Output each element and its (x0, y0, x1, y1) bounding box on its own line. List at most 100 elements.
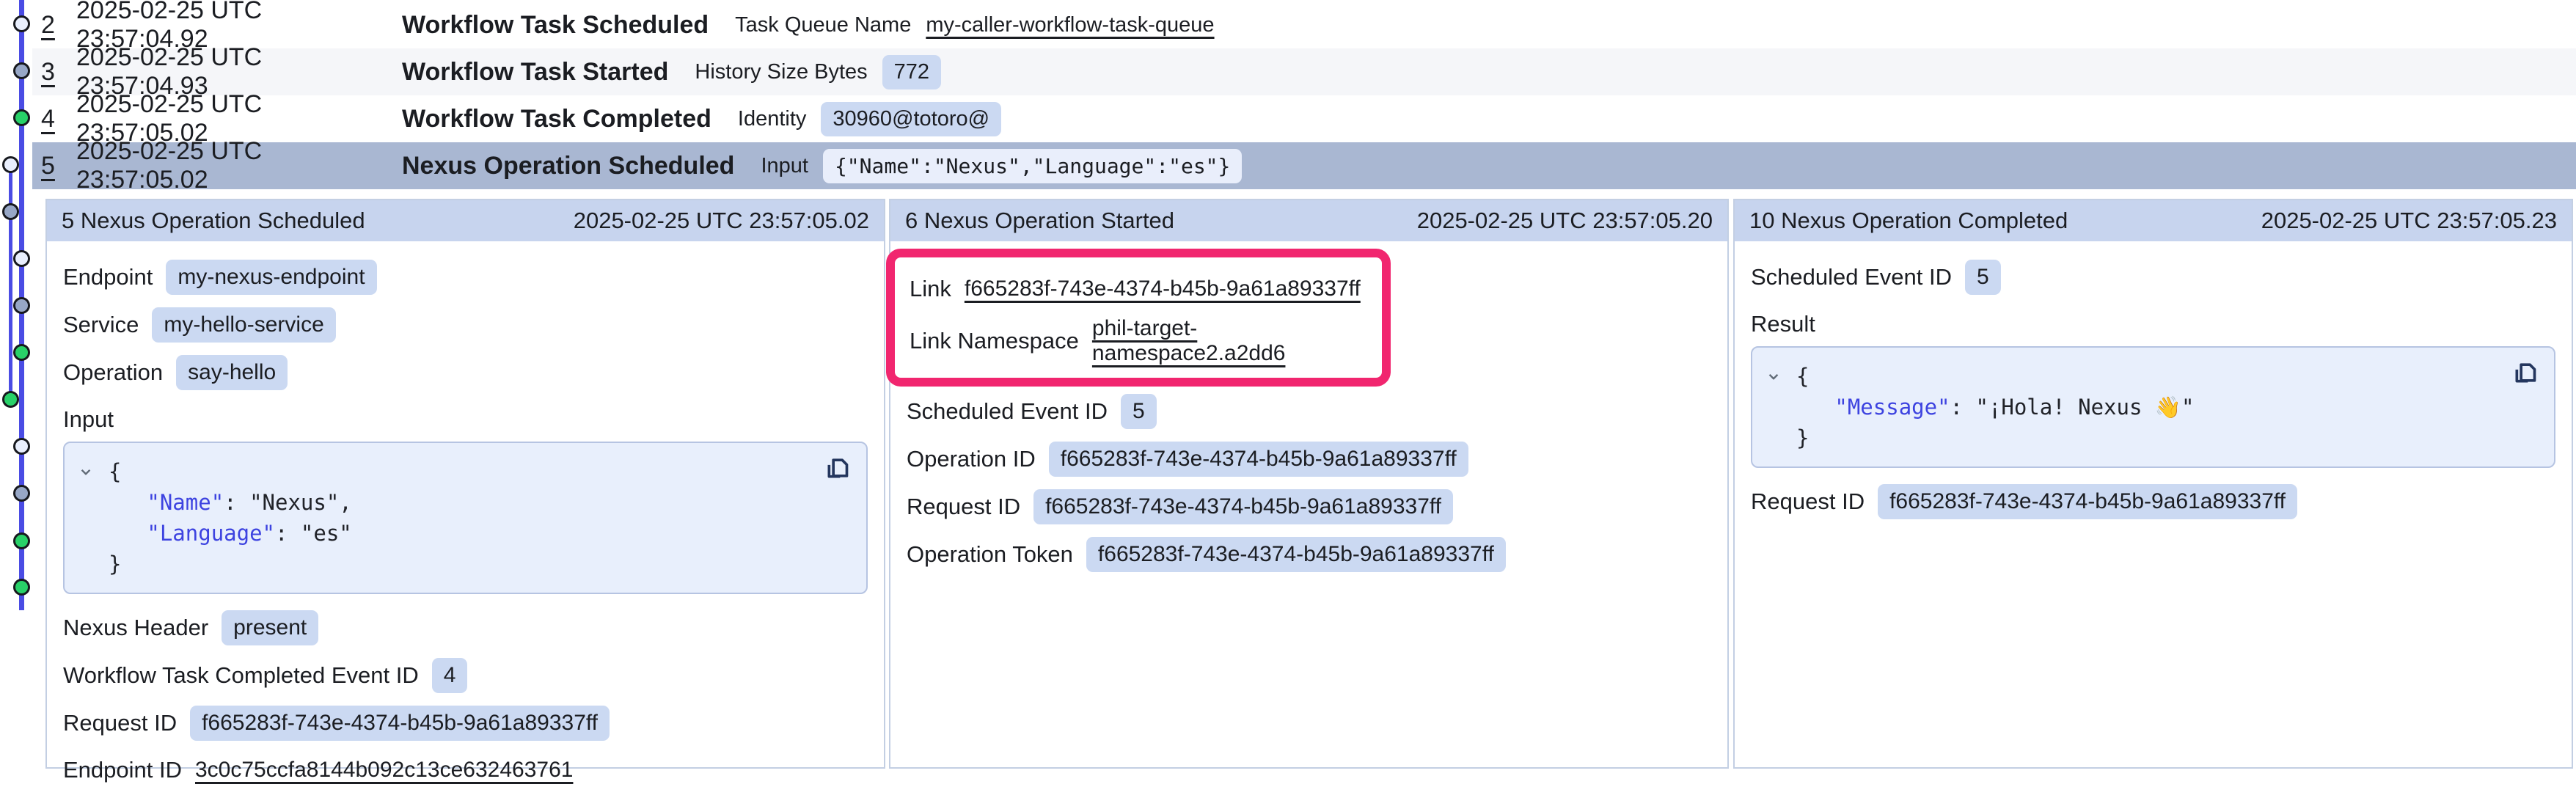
field-request-id: Request ID f665283f-743e-4374-b45b-9a61a8… (1751, 484, 2555, 519)
field-operation: Operationsay-hello (63, 355, 868, 390)
timeline-dot-pending[interactable] (13, 438, 30, 455)
field-scheduled-event-id: Scheduled Event ID5 (907, 394, 1711, 429)
code-viewer: { "Message": "¡Hola! Nexus 👋"} (1751, 346, 2555, 468)
field-value-badge: f665283f-743e-4374-b45b-9a61a89337ff (190, 706, 610, 741)
field-label: Input (63, 406, 114, 433)
collapse-json-button[interactable] (76, 462, 95, 481)
panel-header: 5 Nexus Operation Scheduled 2025-02-25 UT… (47, 200, 884, 241)
panel-timestamp: 2025-02-25 UTC 23:57:05.23 (2261, 208, 2557, 234)
field-label: Workflow Task Completed Event ID (63, 662, 419, 689)
field-label: Operation ID (907, 446, 1036, 472)
field-value-link[interactable]: f665283f-743e-4374-b45b-9a61a89337ff (965, 277, 1361, 301)
timeline-dot-started[interactable] (2, 203, 19, 220)
json-line: } (1796, 422, 2503, 453)
timeline-dot-started[interactable] (13, 62, 30, 79)
panel-body: Scheduled Event ID5 Result { "Message": "¡… (1735, 241, 2572, 519)
field-value-badge: 5 (1965, 260, 2001, 295)
copy-button[interactable] (822, 453, 853, 484)
event-name: Nexus Operation Scheduled (402, 152, 734, 180)
field-label: Endpoint ID (63, 757, 182, 783)
field-operation-token: Operation Tokenf665283f-743e-4374-b45b-9… (907, 537, 1711, 572)
timeline-dot-completed[interactable] (13, 532, 30, 549)
field-endpoint-id: Endpoint ID 3c0c75ccfa8144b092c13ce632463… (63, 753, 868, 787)
event-detail-label: Task Queue Name (735, 13, 911, 37)
timeline-dot-pending[interactable] (13, 15, 30, 32)
copy-icon (823, 453, 852, 483)
event-id-link[interactable]: 2 (41, 11, 76, 40)
panel-timestamp: 2025-02-25 UTC 23:57:05.20 (1417, 208, 1713, 234)
event-detail-value[interactable]: my-caller-workflow-task-queue (926, 13, 1214, 37)
json-line: { (109, 456, 815, 487)
field-label: Request ID (1751, 488, 1865, 515)
timeline-dot-completed[interactable] (13, 109, 30, 126)
event-id-link[interactable]: 3 (41, 58, 76, 87)
copy-button[interactable] (2510, 358, 2541, 389)
field-label: Request ID (63, 710, 177, 736)
field-request-id: Request ID f665283f-743e-4374-b45b-9a61a8… (907, 489, 1711, 524)
timeline-dot-pending[interactable] (13, 250, 30, 267)
field-value-badge: present (222, 610, 318, 645)
field-label: Operation Token (907, 541, 1073, 568)
field-operation-id: Operation ID f665283f-743e-4374-b45b-9a61… (907, 442, 1711, 477)
field-label: Operation (63, 359, 163, 386)
event-row-4[interactable]: 42025-02-25 UTC 23:57:05.02Workflow Task… (32, 95, 2576, 142)
field-label: Link Namespace (910, 328, 1079, 354)
json-content: { "Name": "Nexus", "Language": "es"} (109, 456, 815, 579)
panel-title: 5 Nexus Operation Scheduled (62, 208, 365, 234)
field-link-namespace: Link Namespace phil-target-namespace2.a2d… (910, 316, 1375, 366)
event-id-link[interactable]: 4 (41, 105, 76, 133)
field-label-input: Input (63, 406, 868, 433)
event-detail-value: 772 (882, 55, 941, 89)
field-value-link[interactable]: phil-target-namespace2.a2dd6 (1092, 316, 1375, 366)
timeline-dot-started[interactable] (13, 485, 30, 502)
timeline-dot-completed[interactable] (2, 391, 19, 408)
panel-body: Endpointmy-nexus-endpoint Service my-hello… (47, 241, 884, 787)
panel-header: 10 Nexus Operation Completed 2025-02-25 U… (1735, 200, 2572, 241)
field-endpoint: Endpointmy-nexus-endpoint (63, 260, 868, 295)
chevron-down-icon (76, 462, 95, 481)
event-detail-panel-3: 10 Nexus Operation Completed 2025-02-25 U… (1733, 199, 2573, 769)
json-line: } (109, 549, 815, 579)
field-value-badge: f665283f-743e-4374-b45b-9a61a89337ff (1878, 484, 2297, 519)
event-detail-value: {"Name":"Nexus","Language":"es"} (823, 149, 1242, 183)
timeline-dot-started[interactable] (13, 297, 30, 314)
timeline-dot-completed[interactable] (13, 344, 30, 361)
json-line: "Language": "es" (109, 518, 815, 549)
event-row-3[interactable]: 32025-02-25 UTC 23:57:04.93Workflow Task… (32, 48, 2576, 95)
json-key: "Message" (1834, 395, 1950, 420)
event-row-5[interactable]: 52025-02-25 UTC 23:57:05.02Nexus Operati… (32, 142, 2576, 189)
timeline-dot-completed[interactable] (13, 579, 30, 596)
field-label: Request ID (907, 494, 1020, 520)
event-detail-label: History Size Bytes (695, 60, 867, 84)
json-content: { "Message": "¡Hola! Nexus 👋"} (1796, 361, 2503, 453)
field-request-id: Request ID f665283f-743e-4374-b45b-9a61a8… (63, 706, 868, 741)
field-value-badge: f665283f-743e-4374-b45b-9a61a89337ff (1049, 442, 1468, 477)
field-value-badge: f665283f-743e-4374-b45b-9a61a89337ff (1033, 489, 1453, 524)
json-key: "Name" (147, 490, 224, 515)
field-value-badge: my-hello-service (152, 307, 335, 343)
event-detail-label: Input (761, 154, 808, 178)
panel-timestamp: 2025-02-25 UTC 23:57:05.02 (574, 208, 869, 234)
field-service: Service my-hello-service (63, 307, 868, 343)
field-label: Scheduled Event ID (907, 398, 1108, 425)
field-label: Nexus Header (63, 615, 208, 641)
panel-title: 6 Nexus Operation Started (905, 208, 1174, 234)
field-nexus-header: Nexus Header present (63, 610, 868, 645)
field-value-link[interactable]: 3c0c75ccfa8144b092c13ce632463761 (195, 758, 573, 783)
event-name: Workflow Task Started (402, 58, 668, 87)
highlight-annotation: Linkf665283f-743e-4374-b45b-9a61a89337ff… (886, 249, 1391, 387)
event-row-2[interactable]: 22025-02-25 UTC 23:57:04.92Workflow Task… (32, 1, 2576, 48)
collapse-json-button[interactable] (1764, 367, 1783, 386)
timeline-dot-pending[interactable] (2, 156, 19, 173)
field-value-badge: 4 (432, 658, 468, 693)
event-id-link[interactable]: 5 (41, 152, 76, 180)
field-label: Service (63, 312, 139, 338)
chevron-down-icon (1764, 367, 1783, 386)
field-label-result: Result (1751, 311, 2555, 337)
field-label: Result (1751, 311, 1815, 337)
field-scheduled-event-id: Scheduled Event ID5 (1751, 260, 2555, 295)
panel-title: 10 Nexus Operation Completed (1749, 208, 2068, 234)
field-label: Endpoint (63, 264, 153, 290)
event-name: Workflow Task Scheduled (402, 11, 709, 40)
code-viewer: { "Name": "Nexus", "Language": "es"} (63, 442, 868, 594)
